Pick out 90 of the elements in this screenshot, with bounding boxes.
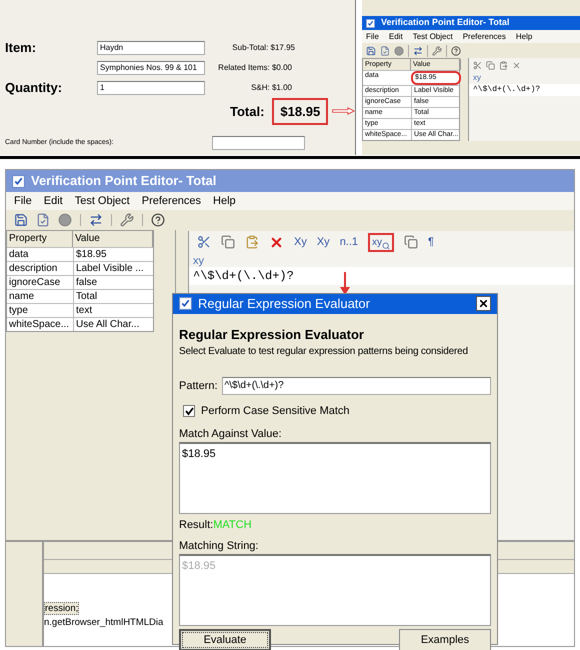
document-icon[interactable]: [36, 213, 50, 227]
pattern-label: Pattern:: [179, 378, 218, 394]
window-icon: [366, 18, 375, 28]
copy-icon[interactable]: [221, 235, 235, 249]
save-icon[interactable]: [14, 213, 28, 227]
paste-icon[interactable]: [499, 60, 508, 70]
help-icon[interactable]: [151, 213, 165, 227]
table-cell: text: [73, 304, 153, 317]
table-cell-text: ignoreCase: [8, 276, 62, 289]
delete-icon[interactable]: [269, 234, 284, 250]
menu-item[interactable]: File: [366, 30, 379, 42]
document-icon[interactable]: [380, 46, 390, 56]
menu-item[interactable]: Help: [213, 192, 236, 210]
toolbar-button[interactable]: n..1: [340, 234, 358, 250]
wrench-icon[interactable]: [432, 46, 442, 56]
copy-icon[interactable]: [404, 235, 418, 249]
dialog-subtitle: Select Evaluate to test regular expression patterns being considered: [179, 345, 469, 359]
close-icon: [478, 298, 489, 310]
card-number-field[interactable]: [212, 136, 305, 150]
table-cell-text: description: [8, 262, 58, 275]
paste-icon[interactable]: [245, 235, 259, 249]
pane-label: xy: [472, 72, 482, 84]
swap-icon[interactable]: [413, 46, 423, 56]
callout-arrow: [340, 272, 350, 295]
menu-item[interactable]: Preferences: [142, 192, 202, 210]
total-label: Total:: [230, 102, 264, 121]
table-cell: Total: [73, 290, 153, 303]
matching-string-label: Matching String:: [179, 538, 260, 554]
regex-button[interactable]: xy: [368, 232, 394, 252]
column-header: Value: [73, 231, 153, 247]
help-icon[interactable]: [451, 46, 461, 56]
pattern-text: ^\$\d+(\.\d+)?: [469, 84, 580, 96]
table-cell-text: data: [8, 248, 30, 261]
toolbar-button[interactable]: ¶: [428, 234, 434, 250]
case-sensitive-checkbox[interactable]: [183, 405, 195, 418]
table-cell-text: name: [8, 290, 36, 303]
table-cell-text: whiteSpace...: [8, 318, 70, 331]
dialog-heading: Regular Expression Evaluator: [179, 326, 365, 344]
examples-button[interactable]: Examples: [399, 629, 491, 650]
result-label: Result:: [179, 518, 214, 533]
menu-item[interactable]: Preferences: [462, 30, 506, 42]
table-cell: $18.95: [73, 248, 153, 261]
table-cell-text: type: [8, 304, 29, 317]
blob-icon[interactable]: [394, 46, 404, 56]
table-cell: Use All Char...: [73, 318, 153, 331]
menu-item[interactable]: Edit: [44, 192, 63, 210]
table-cell: Label Visible ...: [73, 262, 153, 275]
evaluate-button[interactable]: Evaluate: [179, 629, 271, 650]
pattern-text: ^\$\d+(\.\d+)?: [189, 267, 574, 285]
subtotal-text: Sub-Total: $17.95: [231, 42, 295, 54]
menu-item[interactable]: Test Object: [412, 30, 453, 42]
code-line: n.getBrowser_htmlHTMLDia: [44, 616, 164, 630]
match-value-field[interactable]: $18.95: [179, 442, 491, 514]
dialog-title: Regular Expression Evaluator: [198, 295, 370, 313]
window-icon: [12, 174, 25, 188]
window-icon: [179, 297, 192, 310]
wrench-icon[interactable]: [120, 213, 134, 227]
match-value-label: Match Against Value:: [179, 426, 283, 442]
window-title: Verification Point Editor- Total: [31, 172, 216, 190]
copy-icon[interactable]: [486, 60, 495, 70]
delete-icon[interactable]: [512, 60, 521, 70]
item-label: Item:: [5, 39, 38, 58]
magnifier-icon: [382, 242, 390, 250]
menu-item[interactable]: Help: [516, 30, 532, 42]
related-items-text: Related Items: $0.00: [217, 62, 292, 74]
matching-string-field: $18.95: [179, 554, 491, 626]
swap-icon[interactable]: [89, 213, 103, 227]
menu-item[interactable]: Test Object: [74, 192, 130, 210]
window-title: Verification Point Editor- Total: [381, 16, 510, 30]
menu-item[interactable]: Edit: [388, 30, 403, 42]
close-button[interactable]: [476, 296, 491, 312]
shipping-text: S&H: $1.00: [250, 82, 292, 94]
item-field[interactable]: Haydn: [97, 40, 205, 55]
menu-item[interactable]: File: [14, 192, 32, 210]
quantity-label: Quantity:: [5, 78, 64, 97]
cut-icon[interactable]: [473, 60, 482, 70]
item-field[interactable]: Symphonies Nos. 99 & 101: [97, 60, 205, 75]
checkbox-label: Perform Case Sensitive Match: [201, 404, 350, 419]
cut-icon[interactable]: [197, 235, 211, 249]
column-header: Property: [7, 231, 73, 247]
quantity-field[interactable]: 1: [97, 80, 205, 95]
toolbar-button[interactable]: Xy: [316, 234, 330, 250]
result-text: MATCH: [213, 518, 252, 533]
pattern-field[interactable]: ^\$\d+(\.\d+)?: [222, 377, 491, 395]
blob-icon[interactable]: [58, 213, 72, 227]
toolbar-button[interactable]: Xy: [294, 234, 307, 250]
save-icon[interactable]: [366, 46, 376, 56]
table-cell: false: [73, 276, 153, 289]
total-value: $18.95: [272, 98, 328, 126]
pane-label: xy: [192, 254, 205, 267]
